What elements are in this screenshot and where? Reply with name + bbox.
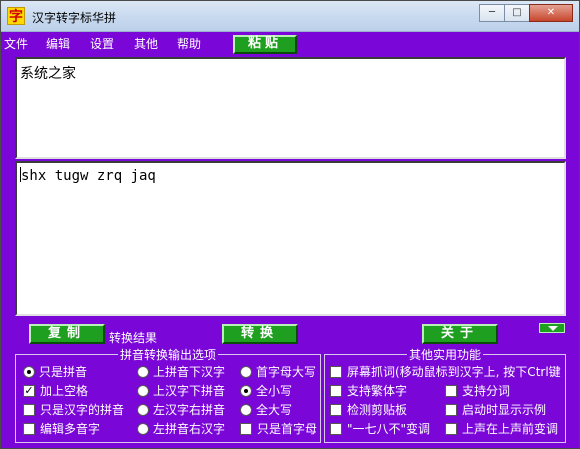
other-features-legend: 其他实用功能 (408, 348, 481, 362)
option-screen-capture[interactable]: 屏幕抓词(移动鼠标到汉字上, 按下Ctrl键 (330, 363, 564, 380)
menu-settings[interactable]: 设置 (90, 35, 114, 52)
checkbox[interactable] (23, 403, 35, 416)
title-bar[interactable]: 字 汉字转字标华拼 ─ □ ✕ (1, 1, 579, 32)
option-capitalize-first[interactable]: 首字母大写 (240, 363, 316, 380)
radio-button[interactable] (137, 403, 149, 416)
option-initials-only[interactable]: 只是首字母 (240, 420, 317, 437)
option-pinyin-only[interactable]: 只是拼音 (23, 363, 87, 380)
checkbox[interactable] (330, 365, 342, 378)
pinyin-output-area[interactable]: shx tugw zrq jaq (15, 161, 566, 316)
option-show-example[interactable]: 启动时显示示例 (445, 401, 546, 418)
maximize-button[interactable]: □ (504, 4, 530, 22)
checkbox[interactable] (330, 422, 342, 435)
option-hanzi-pinyin-only[interactable]: 只是汉字的拼音 (23, 401, 124, 418)
radio-button-selected[interactable] (23, 365, 35, 378)
input-text: 系统之家 (20, 66, 76, 82)
option-traditional[interactable]: 支持繁体字 (330, 382, 407, 399)
output-text: shx tugw zrq jaq (21, 168, 156, 184)
option-pinyin-above[interactable]: 上拼音下汉字 (137, 363, 225, 380)
app-window: 字 汉字转字标华拼 ─ □ ✕ 文件 编辑 设置 其他 帮助 粘贴 系统之家 s… (0, 0, 580, 449)
menu-other[interactable]: 其他 (134, 35, 158, 52)
chinese-input-area[interactable]: 系统之家 (15, 57, 566, 159)
checkbox[interactable] (330, 403, 342, 416)
about-button[interactable]: 关于 (422, 324, 498, 344)
checkbox[interactable] (445, 422, 457, 435)
radio-button[interactable] (137, 384, 149, 397)
radio-button-selected[interactable] (240, 384, 252, 397)
option-all-lowercase[interactable]: 全小写 (240, 382, 292, 399)
checkbox[interactable] (330, 384, 342, 397)
conversion-result-label: 转换结果 (109, 331, 158, 345)
app-icon: 字 (7, 7, 25, 25)
radio-button[interactable] (240, 365, 252, 378)
minimize-button[interactable]: ─ (479, 4, 505, 22)
paste-button[interactable]: 粘贴 (233, 35, 297, 54)
option-add-space[interactable]: ✓ 加上空格 (23, 382, 88, 399)
option-hanzi-left[interactable]: 左汉字右拼音 (137, 401, 225, 418)
menu-file[interactable]: 文件 (4, 35, 28, 52)
checkbox[interactable] (23, 422, 35, 435)
close-button[interactable]: ✕ (529, 4, 573, 22)
radio-button[interactable] (240, 403, 252, 416)
checkbox-checked[interactable]: ✓ (23, 384, 35, 397)
menu-edit[interactable]: 编辑 (46, 35, 70, 52)
option-third-tone-sandhi[interactable]: 上声在上声前变调 (445, 420, 558, 437)
option-tone-sandhi-yi-qi-ba-bu[interactable]: "一七八不"变调 (330, 420, 442, 437)
pinyin-options-legend: 拼音转换输出选项 (119, 348, 216, 362)
checkbox[interactable] (445, 403, 457, 416)
option-all-uppercase[interactable]: 全大写 (240, 401, 292, 418)
collapse-button[interactable] (539, 323, 565, 333)
radio-button[interactable] (137, 422, 149, 435)
option-edit-polyphones[interactable]: 编辑多音字 (23, 420, 100, 437)
copy-button[interactable]: 复制 (29, 324, 105, 344)
checkbox[interactable] (240, 422, 252, 435)
option-word-segmentation[interactable]: 支持分词 (445, 382, 510, 399)
option-pinyin-left[interactable]: 左拼音右汉字 (137, 420, 225, 437)
menu-bar: 文件 编辑 设置 其他 帮助 粘贴 (1, 32, 579, 54)
menu-help[interactable]: 帮助 (177, 35, 201, 52)
convert-button[interactable]: 转换 (222, 324, 298, 344)
checkbox[interactable] (445, 384, 457, 397)
radio-button[interactable] (137, 365, 149, 378)
window-title: 汉字转字标华拼 (32, 11, 117, 25)
option-detect-clipboard[interactable]: 检测剪贴板 (330, 401, 407, 418)
option-hanzi-above[interactable]: 上汉字下拼音 (137, 382, 225, 399)
